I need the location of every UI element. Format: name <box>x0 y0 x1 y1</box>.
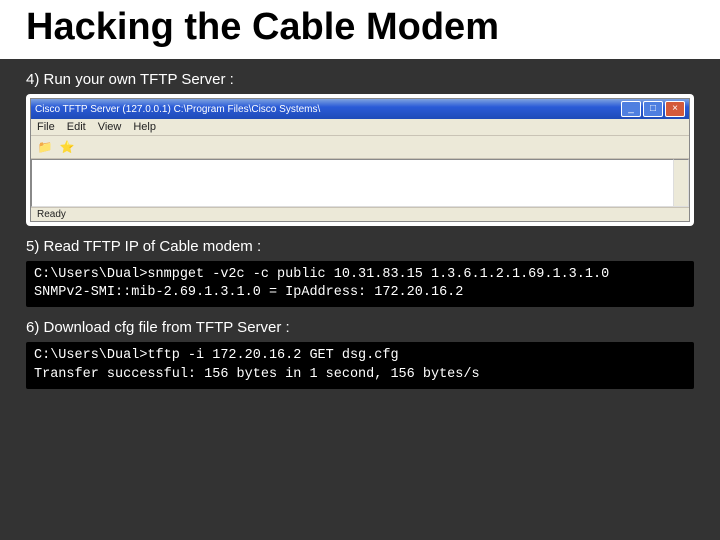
maximize-button[interactable]: □ <box>643 101 663 117</box>
terminal-snmp: C:\Users\Dual>snmpget -v2c -c public 10.… <box>26 261 694 307</box>
window-title: Cisco TFTP Server (127.0.0.1) C:\Program… <box>35 104 320 115</box>
step-5-label: 5) Read TFTP IP of Cable modem : <box>26 238 694 255</box>
scrollbar[interactable] <box>674 159 689 207</box>
content-pane <box>31 159 674 207</box>
minimize-button[interactable]: _ <box>621 101 641 117</box>
menu-view[interactable]: View <box>98 121 122 133</box>
content-pane-row <box>31 159 689 207</box>
close-button[interactable]: × <box>665 101 685 117</box>
status-bar: Ready <box>31 207 689 221</box>
slide-body: 4) Run your own TFTP Server : Cisco TFTP… <box>0 71 720 389</box>
menu-edit[interactable]: Edit <box>67 121 86 133</box>
step-6-label: 6) Download cfg file from TFTP Server : <box>26 319 694 336</box>
titlebar: Cisco TFTP Server (127.0.0.1) C:\Program… <box>31 99 689 119</box>
menubar: File Edit View Help <box>31 119 689 136</box>
step-4-label: 4) Run your own TFTP Server : <box>26 71 694 88</box>
menu-file[interactable]: File <box>37 121 55 133</box>
terminal-tftp: C:\Users\Dual>tftp -i 172.20.16.2 GET ds… <box>26 342 694 388</box>
favorite-icon[interactable]: ⭐ <box>59 139 75 155</box>
open-icon[interactable]: 📁 <box>37 139 53 155</box>
slide: Hacking the Cable Modem 4) Run your own … <box>0 0 720 540</box>
tftp-window: Cisco TFTP Server (127.0.0.1) C:\Program… <box>30 98 690 222</box>
tftp-window-wrap: Cisco TFTP Server (127.0.0.1) C:\Program… <box>26 94 694 226</box>
menu-help[interactable]: Help <box>133 121 156 133</box>
slide-title: Hacking the Cable Modem <box>0 0 720 59</box>
toolbar: 📁 ⭐ <box>31 136 689 159</box>
